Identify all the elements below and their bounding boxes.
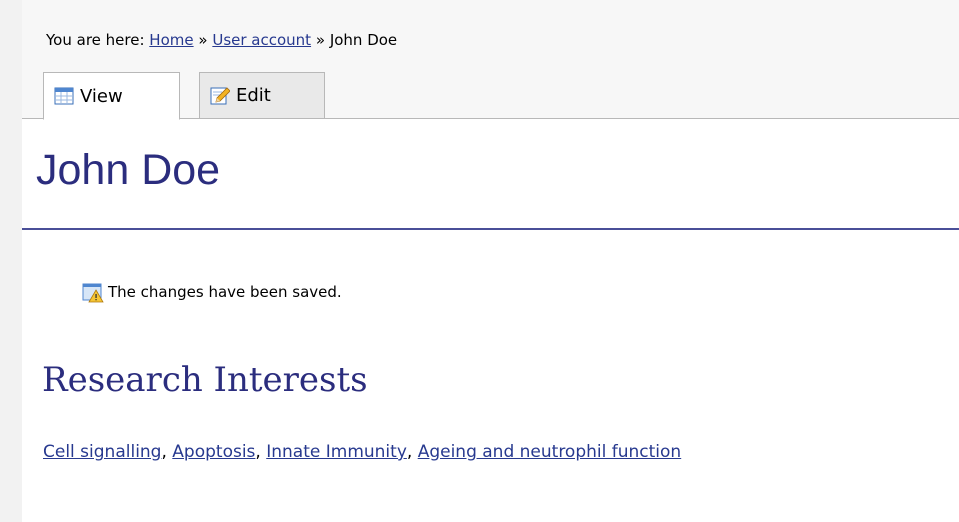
page: You are here: Home » User account » John… bbox=[0, 0, 959, 522]
status-message: The changes have been saved. bbox=[82, 281, 342, 303]
breadcrumb-separator: » bbox=[315, 31, 326, 49]
left-margin bbox=[0, 0, 22, 522]
title-divider bbox=[22, 228, 959, 230]
tab-view-label: View bbox=[80, 85, 123, 107]
tab-edit[interactable]: Edit bbox=[199, 72, 325, 119]
research-heading: Research Interests bbox=[42, 360, 368, 400]
breadcrumb-separator: » bbox=[198, 31, 208, 49]
tab-view[interactable]: View bbox=[43, 72, 180, 120]
interest-separator: , bbox=[406, 442, 413, 462]
pencil-edit-icon bbox=[210, 86, 230, 104]
tab-edit-label: Edit bbox=[236, 85, 271, 106]
interest-link-cell-signalling[interactable]: Cell signalling bbox=[43, 442, 161, 462]
page-title: John Doe bbox=[36, 146, 221, 194]
breadcrumb-link-home[interactable]: Home bbox=[149, 31, 193, 49]
breadcrumb-link-user-account[interactable]: User account bbox=[212, 31, 311, 49]
warning-icon bbox=[82, 283, 104, 303]
status-text: The changes have been saved. bbox=[108, 283, 342, 301]
breadcrumb-prefix: You are here: bbox=[46, 31, 145, 49]
table-view-icon bbox=[54, 87, 74, 105]
interest-separator: , bbox=[161, 442, 167, 462]
breadcrumb-current: John Doe bbox=[329, 31, 398, 49]
interest-link-ageing-neutrophil[interactable]: Ageing and neutrophil function bbox=[418, 442, 682, 462]
interest-separator: , bbox=[255, 442, 261, 462]
research-interests-list: Cell signalling, Apoptosis, Innate Immun… bbox=[43, 437, 903, 468]
breadcrumb: You are here: Home » User account » John… bbox=[46, 31, 397, 49]
interest-link-innate-immunity[interactable]: Innate Immunity bbox=[266, 442, 407, 462]
interest-link-apoptosis[interactable]: Apoptosis bbox=[172, 442, 255, 462]
